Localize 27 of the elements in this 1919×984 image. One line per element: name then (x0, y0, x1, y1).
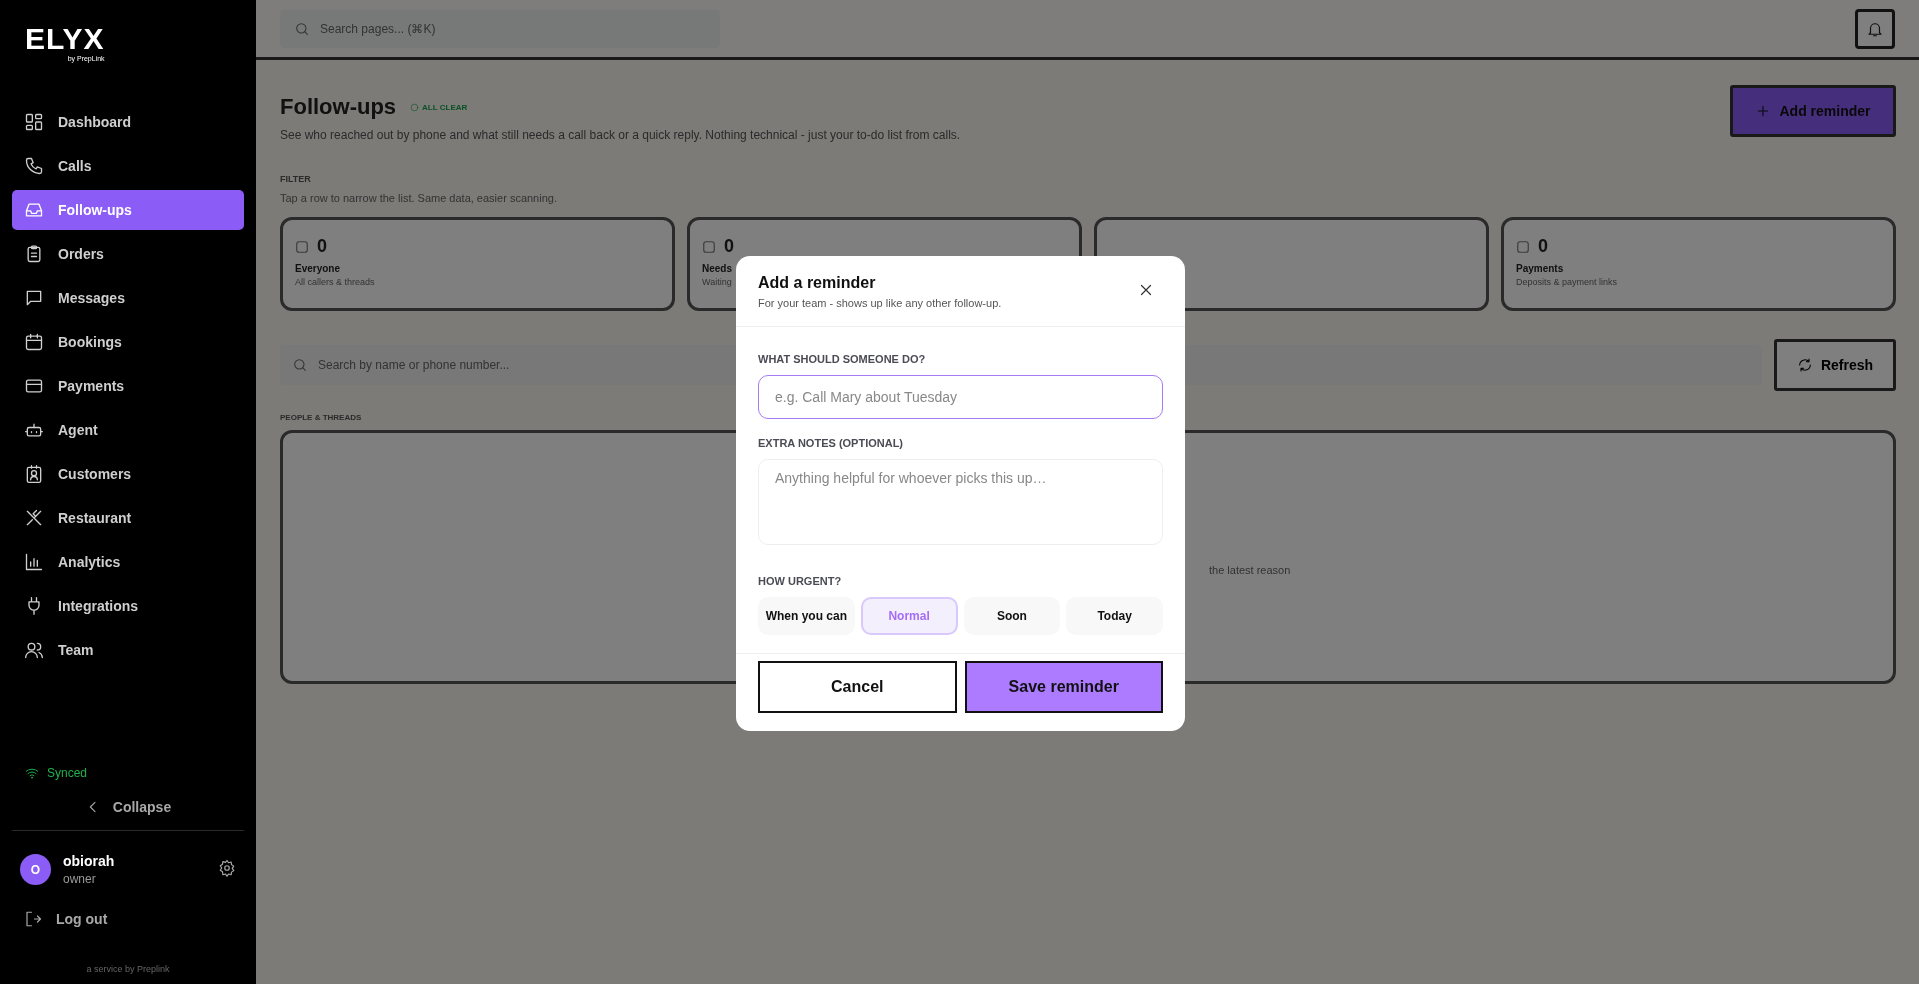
user-role: owner (63, 872, 97, 886)
field-label: EXTRA NOTES (OPTIONAL) (758, 437, 905, 449)
card-count: 0 (724, 236, 734, 257)
card-description: Deposits & payment links (1516, 277, 1618, 287)
status-text: ALL CLEAR (422, 102, 468, 112)
card-label: Payments (1516, 263, 1564, 274)
avatar: O (20, 854, 51, 885)
section-hint: Tap a row to narrow the list. Same data, easier scanning. (280, 192, 558, 204)
card-label: Needs (702, 263, 732, 274)
footer-text: a service by Preplink (86, 964, 170, 974)
sync-status: Synced (47, 766, 88, 780)
card-description: Waiting (702, 277, 732, 287)
dialog-subtitle: For your team - shows up like any other follow-up. (758, 297, 1002, 309)
dialog-title: Add a reminder (758, 274, 877, 292)
page-description: See who reached out by phone and what still needs a call back or a quick reply. Nothing technical - just your to-do list from calls. (280, 128, 961, 142)
card-count: 0 (317, 236, 327, 257)
field-label: HOW URGENT? (758, 575, 843, 587)
empty-state-text: the latest reason (1209, 564, 1291, 576)
card-count: 0 (1538, 236, 1548, 257)
card-label: Everyone (295, 263, 341, 274)
section-label: PEOPLE & THREADS (280, 413, 363, 422)
page-title: Follow-ups (280, 94, 397, 120)
section-label: FILTER (280, 174, 312, 184)
card-description: All callers & threads (295, 277, 375, 287)
field-label: WHAT SHOULD SOMEONE DO? (758, 353, 927, 365)
user-name: obiorah (63, 853, 116, 869)
logo: ELYX (25, 24, 105, 54)
